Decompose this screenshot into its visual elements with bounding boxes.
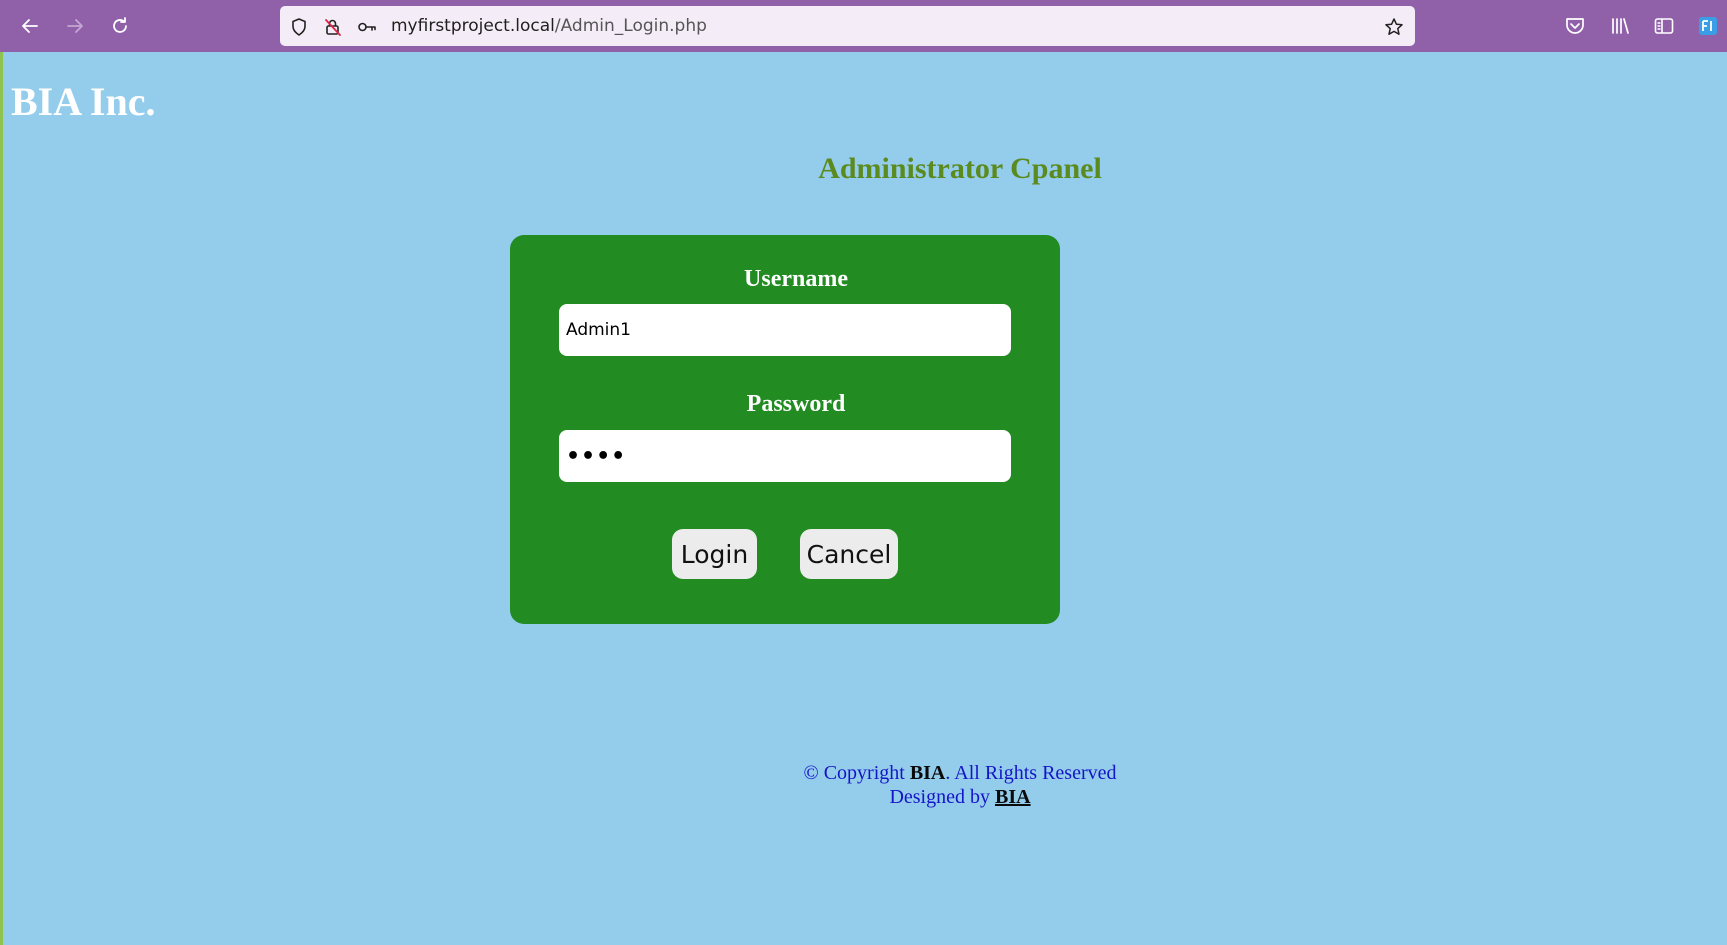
extension-icon (1699, 17, 1717, 35)
url-text[interactable]: myfirstproject.local/Admin_Login.php (391, 15, 707, 37)
url-bar[interactable]: myfirstproject.local/Admin_Login.php (280, 6, 1415, 46)
username-label: Username (744, 266, 848, 292)
back-button[interactable] (14, 10, 46, 42)
footer-designed-by: Designed by BIA (0, 786, 1727, 809)
sidebar-button[interactable] (1652, 14, 1676, 38)
site-brand: BIA Inc. (11, 79, 156, 124)
reload-button[interactable] (104, 10, 136, 42)
login-button[interactable]: Login (672, 529, 757, 579)
password-input[interactable]: •••• (559, 430, 1011, 482)
reload-icon (113, 17, 127, 33)
library-icon (1612, 18, 1629, 34)
saved-logins-button[interactable] (356, 16, 378, 38)
tracking-protection-button[interactable] (288, 16, 310, 38)
url-host: myfirstproject.local (391, 16, 555, 36)
footer-copyright: © Copyright BIA. All Rights Reserved (0, 762, 1727, 785)
password-label: Password (746, 391, 846, 417)
pocket-button[interactable] (1563, 14, 1587, 38)
browser-toolbar: myfirstproject.local/Admin_Login.php (0, 0, 1727, 52)
shield-icon (292, 18, 306, 36)
username-input[interactable] (559, 304, 1011, 356)
star-icon (1385, 18, 1403, 35)
url-path: /Admin_Login.php (554, 16, 707, 36)
copyright-brand: BIA (909, 762, 946, 784)
cancel-button[interactable]: Cancel (800, 529, 898, 579)
designed-by-prefix: Designed by (889, 786, 995, 808)
login-form: Username Password •••• Login Cancel (510, 235, 1060, 624)
page-title: Administrator Cpanel (818, 152, 1102, 185)
library-button[interactable] (1608, 14, 1632, 38)
blocked-permission-icon (325, 19, 341, 36)
designer-link[interactable]: BIA (995, 786, 1031, 808)
forward-button[interactable] (59, 10, 91, 42)
sidebar-icon (1654, 18, 1674, 34)
site-permissions-button[interactable] (322, 16, 344, 38)
forward-arrow-icon (67, 19, 83, 33)
pocket-icon (1566, 18, 1584, 34)
bookmark-button[interactable] (1383, 16, 1405, 38)
copyright-prefix: © Copyright (803, 762, 910, 784)
extension-button[interactable] (1696, 14, 1720, 38)
key-icon (358, 22, 376, 32)
password-masked-value: •••• (566, 443, 627, 469)
copyright-suffix: . All Rights Reserved (945, 762, 1117, 784)
window-edge (0, 52, 3, 945)
back-arrow-icon (22, 19, 38, 33)
